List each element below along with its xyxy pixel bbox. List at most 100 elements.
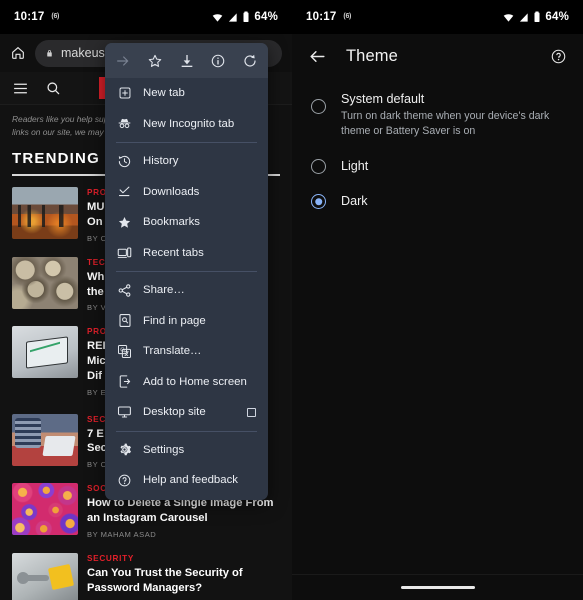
option-label: System default [341, 92, 425, 106]
menu-item-label: Desktop site [143, 406, 206, 419]
bookmark-star-icon[interactable] [147, 53, 163, 69]
settings-app-bar: Theme [292, 34, 583, 78]
left-phone-screen: 10:17 (6) 64% makeus Readers like you he… [0, 0, 292, 600]
menu-item-downloads[interactable]: Downloads [105, 177, 268, 208]
article-category: SEC [87, 414, 106, 424]
menu-item-history[interactable]: History [105, 146, 268, 177]
wifi-icon [504, 13, 514, 22]
menu-quick-actions [105, 43, 268, 78]
menu-item-desktop-site[interactable]: Desktop site [105, 397, 268, 428]
battery-percent: 64% [545, 11, 569, 23]
article-text: SECURITY Can You Trust the Security of P… [87, 553, 243, 596]
find-in-page-icon [117, 313, 132, 328]
key-with-tag-photo [12, 552, 78, 600]
menu-item-share[interactable]: Share… [105, 275, 268, 306]
menu-item-help-and-feedback[interactable]: Help and feedback [105, 465, 268, 496]
menu-item-label: Settings [143, 443, 185, 456]
menu-divider [116, 142, 257, 143]
settings-gear-icon [117, 442, 132, 457]
desktop-site-checkbox[interactable] [247, 407, 256, 417]
menu-item-label: Add to Home screen [143, 375, 247, 388]
reload-icon[interactable] [242, 53, 258, 69]
back-arrow-icon[interactable] [308, 47, 327, 66]
article-text: SEC 7 E Sec BY C [87, 414, 107, 470]
help-icon[interactable] [550, 48, 567, 65]
article-headline: 7 E Sec [87, 427, 107, 457]
headline-line: an Instagram Carousel [87, 512, 208, 525]
headline-line: Password Managers? [87, 581, 203, 594]
radio-light[interactable] [311, 159, 326, 175]
article-category: TEC [87, 257, 106, 267]
headline-line: 7 E [87, 427, 104, 440]
search-icon[interactable] [45, 80, 61, 96]
theme-options-list: System default Turn on dark theme when y… [292, 78, 583, 223]
bitcoin-coins-photo [12, 256, 78, 309]
status-badge: (6) [51, 12, 60, 20]
menu-item-bookmarks[interactable]: Bookmarks [105, 207, 268, 238]
translate-icon: G [117, 344, 132, 359]
radio-dark[interactable] [311, 194, 326, 210]
page-title: Theme [346, 46, 398, 65]
help-icon [117, 473, 132, 488]
status-time: 10:17 [306, 11, 337, 23]
headline-line: Mic [87, 355, 106, 368]
browser-overflow-menu: New tab New Incognito tab History Downlo… [105, 43, 268, 500]
headline-line: the [87, 285, 104, 298]
forward-icon[interactable] [115, 53, 131, 69]
history-icon [117, 154, 132, 169]
battery-icon [243, 11, 249, 22]
headline-line: Can You Trust the Security of [87, 566, 243, 579]
menu-item-add-to-home-screen[interactable]: Add to Home screen [105, 367, 268, 398]
status-icons: 64% [211, 11, 278, 23]
menu-item-recent-tabs[interactable]: Recent tabs [105, 238, 268, 269]
menu-item-new-tab[interactable]: New tab [105, 78, 268, 109]
theme-option-dark[interactable]: Dark [292, 187, 583, 222]
status-bar-left: 10:17 (6) 64% [0, 0, 292, 34]
article-headline: MU On [87, 200, 107, 230]
option-description: Turn on dark theme when your device's da… [341, 110, 550, 138]
menu-item-label: Help and feedback [143, 474, 238, 487]
status-bar-right: 10:17 (6) 64% [292, 0, 583, 34]
menu-item-settings[interactable]: Settings [105, 435, 268, 466]
menu-item-label: Downloads [143, 185, 200, 198]
menu-divider [116, 430, 257, 432]
share-icon [117, 283, 132, 298]
article-text: PRO MU On BY C [87, 187, 107, 243]
theme-option-system-default[interactable]: System default Turn on dark theme when y… [292, 84, 583, 146]
menu-item-label: New tab [143, 87, 185, 100]
home-gesture-pill[interactable] [400, 585, 475, 590]
article-list-item[interactable]: SECURITY Can You Trust the Security of P… [0, 546, 292, 600]
headline-line: MU [87, 201, 105, 214]
hamburger-menu-icon[interactable] [12, 80, 29, 97]
menu-item-label: Recent tabs [143, 246, 204, 259]
page-info-icon[interactable] [210, 53, 226, 69]
status-time: 10:17 [14, 11, 45, 23]
article-byline: BY V [87, 303, 107, 313]
status-icons: 64% [502, 11, 569, 23]
theme-option-light[interactable]: Light [292, 146, 583, 187]
download-icon[interactable] [179, 53, 195, 69]
headline-line: Wh [87, 270, 105, 283]
electric-scooter-photo [12, 187, 78, 240]
right-phone-screen: 10:17 (6) 64% Theme System default Turn … [292, 0, 583, 600]
article-category: PRO [87, 327, 107, 337]
menu-item-label: Translate… [143, 345, 202, 358]
menu-item-new-incognito-tab[interactable]: New Incognito tab [105, 109, 268, 140]
article-text: TEC Wh the BY V [87, 257, 106, 313]
option-label: Dark [341, 194, 368, 209]
menu-item-label: New Incognito tab [143, 117, 235, 130]
address-bar-text: makeus [61, 46, 105, 60]
article-text: PRO REI Mic Dif BY E [87, 326, 107, 396]
battery-percent: 64% [254, 11, 278, 23]
article-byline: BY C [87, 233, 107, 243]
radio-system-default[interactable] [311, 99, 326, 114]
home-icon[interactable] [10, 45, 26, 61]
article-byline: BY MAHAM ASAD [87, 529, 157, 539]
article-byline: BY E [87, 387, 107, 397]
menu-item-translate[interactable]: G Translate… [105, 336, 268, 367]
menu-divider [116, 271, 257, 272]
article-category: SECURITY [87, 553, 134, 563]
lock-icon [45, 48, 54, 59]
menu-item-label: Share… [143, 284, 185, 297]
menu-item-find-in-page[interactable]: Find in page [105, 306, 268, 337]
